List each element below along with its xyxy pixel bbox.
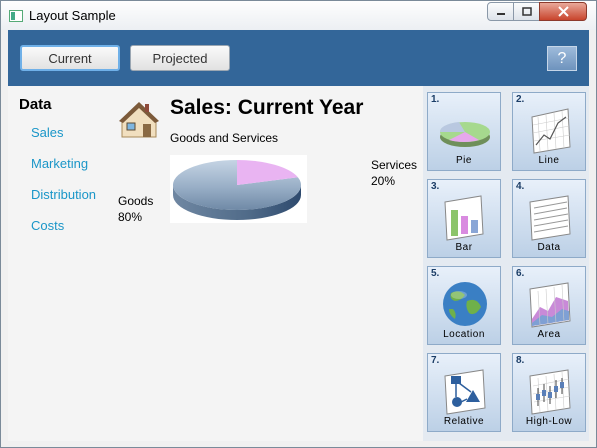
tile-line[interactable]: 2. Line bbox=[512, 92, 586, 171]
bar-chart-icon bbox=[444, 195, 484, 241]
content-area: Data Sales Marketing Distribution Costs … bbox=[8, 86, 423, 441]
tile-label: Data bbox=[537, 242, 561, 253]
goods-label: Goods 80% bbox=[118, 193, 153, 225]
page-title: Sales: Current Year bbox=[170, 96, 364, 119]
tile-number: 1. bbox=[431, 94, 440, 105]
close-button[interactable] bbox=[539, 2, 587, 21]
maximize-icon bbox=[521, 6, 532, 16]
tile-number: 2. bbox=[516, 94, 525, 105]
tile-number: 4. bbox=[516, 181, 525, 192]
goods-name: Goods bbox=[118, 194, 154, 208]
tile-location[interactable]: 5. Location bbox=[427, 266, 501, 345]
pie-chart bbox=[170, 155, 307, 223]
sidebar-title: Data bbox=[19, 96, 52, 113]
current-button[interactable]: Current bbox=[20, 45, 120, 71]
line-chart-icon bbox=[531, 108, 571, 154]
goods-percent: 80% bbox=[118, 210, 143, 224]
window-title: Layout Sample bbox=[29, 8, 116, 23]
sidebar-link-sales[interactable]: Sales bbox=[31, 125, 64, 140]
projected-button[interactable]: Projected bbox=[130, 45, 230, 71]
tile-area[interactable]: 6. Area bbox=[512, 266, 586, 345]
tile-number: 8. bbox=[516, 355, 525, 366]
chart-subtitle: Goods and Services bbox=[170, 131, 279, 145]
tile-bar[interactable]: 3. Bar bbox=[427, 179, 501, 258]
minimize-icon bbox=[496, 12, 505, 15]
sidebar-link-costs[interactable]: Costs bbox=[31, 218, 64, 233]
maximize-button[interactable] bbox=[513, 2, 540, 21]
app-window: Layout Sample Current Projected ? Data S… bbox=[0, 0, 597, 448]
pie-chart-icon bbox=[439, 122, 490, 147]
area-chart-icon bbox=[529, 282, 571, 328]
tile-relative[interactable]: 7. Relative bbox=[427, 353, 501, 432]
tile-number: 6. bbox=[516, 268, 525, 279]
tile-number: 7. bbox=[431, 355, 440, 366]
sidebar-link-distribution[interactable]: Distribution bbox=[31, 187, 96, 202]
flowchart-icon bbox=[444, 369, 486, 415]
services-name: Services bbox=[371, 158, 418, 172]
app-icon bbox=[9, 10, 23, 22]
tile-label: Bar bbox=[455, 242, 473, 253]
tile-number: 3. bbox=[431, 181, 440, 192]
title-bar: Layout Sample bbox=[1, 1, 596, 30]
chart-type-panel: 1. Pie 2. Line 3. Bar 4. Data 5. Locatio… bbox=[423, 86, 589, 441]
tile-data[interactable]: 4. Data bbox=[512, 179, 586, 258]
tile-label: Location bbox=[443, 329, 485, 340]
sidebar-link-marketing[interactable]: Marketing bbox=[31, 156, 88, 171]
tile-pie[interactable]: 1. Pie bbox=[427, 92, 501, 171]
tile-label: High-Low bbox=[525, 416, 573, 427]
services-percent: 20% bbox=[371, 174, 396, 188]
data-sheet-icon bbox=[529, 195, 571, 241]
high-low-chart-icon bbox=[529, 369, 571, 415]
toolbar: Current Projected ? bbox=[8, 30, 589, 86]
tile-label: Area bbox=[537, 329, 561, 340]
services-label: Services 20% bbox=[371, 157, 417, 189]
globe-icon bbox=[443, 282, 487, 326]
pie-chart-svg bbox=[173, 160, 301, 220]
tile-high-low[interactable]: 8. High-Low bbox=[512, 353, 586, 432]
tile-label: Pie bbox=[456, 155, 472, 166]
tile-label: Line bbox=[538, 155, 560, 166]
close-icon bbox=[557, 6, 569, 17]
help-button[interactable]: ? bbox=[547, 46, 577, 71]
minimize-button[interactable] bbox=[487, 2, 514, 21]
tile-number: 5. bbox=[431, 268, 440, 279]
house-icon bbox=[119, 102, 159, 138]
tile-label: Relative bbox=[443, 416, 485, 427]
